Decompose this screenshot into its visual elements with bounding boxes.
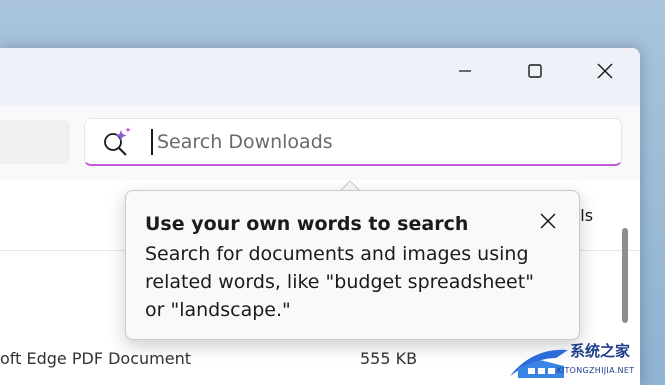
maximize-button[interactable]: [500, 48, 570, 94]
tooltip-close-button[interactable]: [533, 206, 563, 236]
close-window-button[interactable]: [570, 48, 640, 94]
text-caret: [151, 129, 153, 155]
maximize-icon: [528, 64, 542, 78]
ai-search-icon: [104, 127, 131, 156]
minimize-button[interactable]: [430, 48, 500, 94]
file-type-cell: oft Edge PDF Document: [0, 349, 191, 368]
close-icon: [597, 63, 613, 79]
file-size-cell: 555 KB: [360, 349, 418, 368]
address-toolbar: [0, 106, 640, 181]
watermark-text: 系统之家: [570, 342, 631, 360]
close-icon: [540, 213, 556, 229]
search-box[interactable]: [84, 118, 622, 166]
address-bar[interactable]: [0, 120, 70, 164]
tooltip-body: Search for documents and images using re…: [145, 243, 534, 321]
watermark-url: XITONGZHIJIA.NET: [556, 366, 635, 375]
search-input[interactable]: [157, 127, 597, 157]
tooltip-title: Use your own words to search: [145, 213, 469, 235]
search-teaching-tip: Use your own words to search Search for …: [125, 190, 580, 340]
vertical-scrollbar[interactable]: [622, 228, 628, 323]
minimize-icon: [459, 70, 471, 72]
title-bar: [0, 48, 640, 106]
